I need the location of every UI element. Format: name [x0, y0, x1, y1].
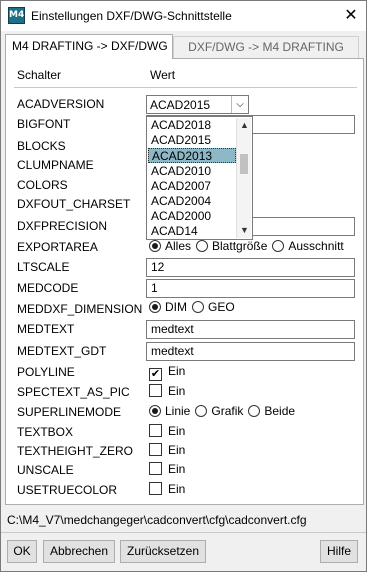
- textbox-checkbox-group: Ein: [149, 424, 185, 440]
- exportarea-radio-label[interactable]: Blattgröße: [212, 239, 267, 253]
- meddxf-dimension-radio-group: DIM GEO: [149, 300, 240, 316]
- dropdown-item-acad2015[interactable]: ACAD2015: [148, 133, 236, 148]
- ok-button[interactable]: OK: [7, 540, 37, 563]
- exportarea-radio-ausschnitt[interactable]: [272, 240, 285, 252]
- label-spectext-as-pic: SPECTEXT_AS_PIC: [17, 385, 130, 399]
- medcode-input[interactable]: 1: [146, 279, 355, 298]
- app-icon: M4: [8, 7, 25, 24]
- label-medcode: MEDCODE: [17, 281, 79, 295]
- chevron-down-icon[interactable]: ⌵: [231, 96, 248, 113]
- label-blocks: BLOCKS: [17, 139, 66, 153]
- dropdown-item-acad2000[interactable]: ACAD2000: [148, 209, 236, 224]
- usetruecolor-checkbox-label[interactable]: Ein: [168, 482, 185, 496]
- window-title: Einstellungen DXF/DWG-Schnittstelle: [31, 9, 232, 23]
- meddxf-dimension-radio-label[interactable]: GEO: [208, 300, 235, 314]
- polyline-checkbox-label[interactable]: Ein: [168, 364, 185, 378]
- textheight-zero-checkbox-label[interactable]: Ein: [168, 443, 185, 457]
- help-button[interactable]: Hilfe: [320, 540, 358, 563]
- medtext-input[interactable]: medtext: [146, 320, 355, 339]
- tab-bar: M4 DRAFTING -> DXF/DWG DXF/DWG -> M4 DRA…: [1, 34, 366, 59]
- dropdown-item-acad14[interactable]: ACAD14: [148, 224, 236, 239]
- exportarea-radio-label[interactable]: Alles: [165, 239, 191, 253]
- meddxf-dimension-radio-geo[interactable]: [192, 301, 204, 313]
- footer-divider: [1, 532, 366, 533]
- scroll-thumb[interactable]: [240, 154, 248, 174]
- dropdown-item-acad2010[interactable]: ACAD2010: [148, 164, 236, 179]
- textbox-checkbox[interactable]: [149, 424, 162, 437]
- tab-m4-to-dxf[interactable]: M4 DRAFTING -> DXF/DWG: [5, 34, 173, 59]
- unscale-checkbox-group: Ein: [149, 462, 185, 478]
- label-medtext: MEDTEXT: [17, 322, 75, 336]
- exportarea-radio-blattgre[interactable]: [196, 240, 209, 252]
- label-dxfprecision: DXFPRECISION: [17, 219, 108, 233]
- label-textheight-zero: TEXTHEIGHT_ZERO: [17, 444, 134, 458]
- label-polyline: POLYLINE: [17, 365, 75, 379]
- medtext-gdt-input[interactable]: medtext: [146, 342, 355, 361]
- superlinemode-radio-beide[interactable]: [248, 405, 261, 417]
- meddxf-dimension-radio-dim[interactable]: [149, 301, 161, 313]
- exportarea-radio-group: Alles Blattgröße Ausschnitt: [149, 239, 349, 255]
- tab-dxf-to-m4[interactable]: DXF/DWG -> M4 DRAFTING: [173, 36, 359, 58]
- dropdown-item-acad2004[interactable]: ACAD2004: [148, 194, 236, 209]
- label-meddxf-dimension: MEDDXF_DIMENSION: [17, 302, 143, 316]
- dropdown-item-acad2007[interactable]: ACAD2007: [148, 179, 236, 194]
- superlinemode-radio-label[interactable]: Grafik: [211, 404, 243, 418]
- label-clumpname: CLUMPNAME: [17, 158, 94, 172]
- usetruecolor-checkbox-group: Ein: [149, 482, 185, 498]
- polyline-checkbox[interactable]: ✔: [149, 368, 162, 381]
- superlinemode-radio-linie[interactable]: [149, 405, 161, 417]
- unscale-checkbox[interactable]: [149, 462, 162, 475]
- scroll-up-icon[interactable]: ▲: [237, 118, 252, 133]
- label-textbox: TEXTBOX: [17, 425, 74, 439]
- exportarea-radio-alles[interactable]: [149, 240, 161, 252]
- settings-panel: Schalter Wert ACADVERSION ACAD2015 ⌵ BIGFON…: [5, 58, 364, 505]
- reset-button[interactable]: Zurücksetzen: [120, 540, 206, 563]
- polyline-checkbox-group: ✔ Ein: [149, 364, 185, 381]
- close-button[interactable]: ✕: [336, 1, 366, 31]
- spectext-as-pic-checkbox[interactable]: [149, 384, 162, 397]
- textheight-zero-checkbox[interactable]: [149, 443, 162, 456]
- label-medtext-gdt: MEDTEXT_GDT: [17, 344, 107, 358]
- superlinemode-radio-group: Linie Grafik Beide: [149, 404, 300, 420]
- usetruecolor-checkbox[interactable]: [149, 482, 162, 495]
- dropdown-scrollbar[interactable]: ▲ ▼: [236, 118, 251, 238]
- header-value: Wert: [150, 68, 176, 82]
- dialog-window: M4 Einstellungen DXF/DWG-Schnittstelle ✕…: [0, 0, 367, 572]
- dropdown-item-acad2013[interactable]: ACAD2013: [148, 148, 236, 164]
- textbox-checkbox-label[interactable]: Ein: [168, 424, 185, 438]
- label-bigfont: BIGFONT: [17, 117, 71, 131]
- header-switch: Schalter: [17, 68, 62, 82]
- exportarea-radio-label[interactable]: Ausschnitt: [288, 239, 343, 253]
- spectext-as-pic-checkbox-group: Ein: [149, 384, 185, 400]
- label-ltscale: LTSCALE: [17, 260, 70, 274]
- label-usetruecolor: USETRUECOLOR: [17, 483, 118, 497]
- label-superlinemode: SUPERLINEMODE: [17, 405, 122, 419]
- cancel-button[interactable]: Abbrechen: [43, 540, 115, 563]
- unscale-checkbox-label[interactable]: Ein: [168, 462, 185, 476]
- spectext-as-pic-checkbox-label[interactable]: Ein: [168, 384, 185, 398]
- acadversion-dropdown-list[interactable]: ACAD2018 ACAD2015 ACAD2013 ACAD2010 ACAD2007…: [146, 116, 253, 240]
- label-dxfout-charset: DXFOUT_CHARSET: [17, 197, 131, 211]
- label-exportarea: EXPORTAREA: [17, 240, 98, 254]
- superlinemode-radio-grafik[interactable]: [195, 405, 208, 417]
- header-divider: [14, 87, 357, 88]
- label-acadversion: ACADVERSION: [17, 97, 105, 111]
- acadversion-combobox[interactable]: ACAD2015 ⌵: [146, 95, 249, 114]
- meddxf-dimension-radio-label[interactable]: DIM: [165, 300, 187, 314]
- label-unscale: UNSCALE: [17, 463, 74, 477]
- label-colors: COLORS: [17, 178, 68, 192]
- textheight-zero-checkbox-group: Ein: [149, 443, 185, 459]
- ltscale-input[interactable]: 12: [146, 258, 355, 277]
- scroll-down-icon[interactable]: ▼: [237, 223, 252, 238]
- acadversion-selected-value: ACAD2015: [150, 98, 211, 112]
- superlinemode-radio-label[interactable]: Linie: [165, 404, 190, 418]
- superlinemode-radio-label[interactable]: Beide: [264, 404, 295, 418]
- title-bar: M4 Einstellungen DXF/DWG-Schnittstelle ✕: [1, 1, 366, 31]
- config-file-path: C:\M4_V7\medchangeger\cadconvert\cfg\cad…: [7, 513, 307, 527]
- dropdown-item-acad2018[interactable]: ACAD2018: [148, 118, 236, 133]
